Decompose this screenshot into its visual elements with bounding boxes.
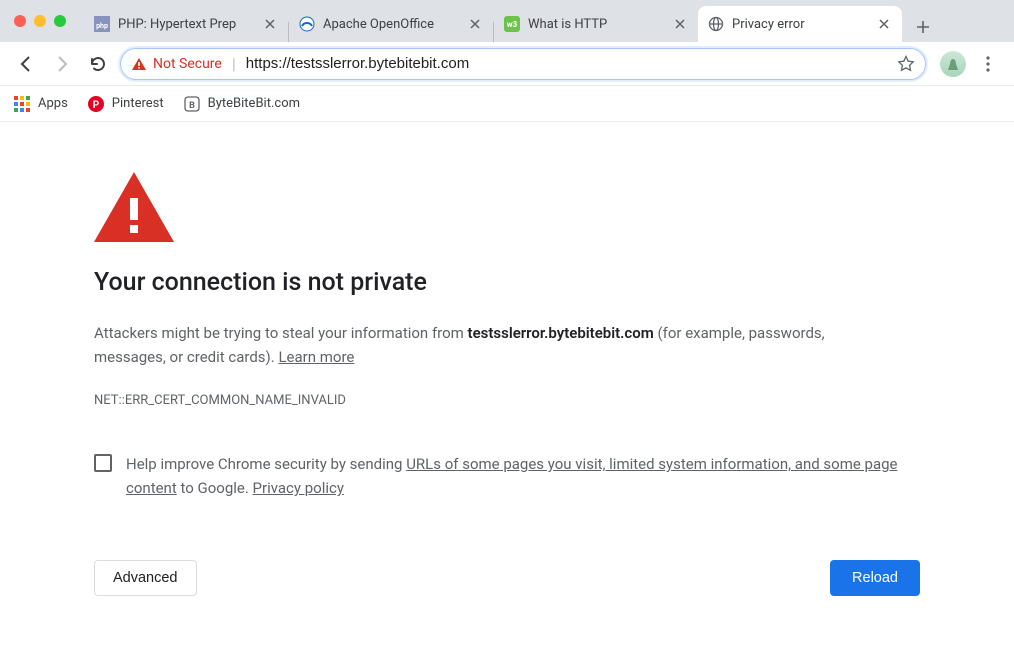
separator: | xyxy=(232,54,236,73)
page-heading: Your connection is not private xyxy=(94,268,920,297)
optin-text: Help improve Chrome security by sending … xyxy=(126,452,914,500)
window-close-button[interactable] xyxy=(14,15,26,27)
error-code: NET::ERR_CERT_COMMON_NAME_INVALID xyxy=(94,393,920,408)
reload-page-button[interactable]: Reload xyxy=(830,560,920,596)
page-content: Your connection is not private Attackers… xyxy=(0,122,1014,596)
new-tab-button[interactable] xyxy=(908,12,938,42)
privacy-policy-link[interactable]: Privacy policy xyxy=(253,479,344,497)
bookmark-label: Pinterest xyxy=(112,96,164,111)
site-name: testsslerror.bytebitebit.com xyxy=(468,324,654,342)
profile-avatar[interactable] xyxy=(940,51,966,77)
tab-title: Privacy error xyxy=(732,17,872,32)
apps-shortcut[interactable]: Apps xyxy=(14,96,68,112)
tabstrip: php PHP: Hypertext Prep Apache OpenOffic… xyxy=(84,0,1014,42)
bookmark-label: ByteBiteBit.com xyxy=(208,96,300,111)
learn-more-link[interactable]: Learn more xyxy=(278,348,354,366)
advanced-button[interactable]: Advanced xyxy=(94,560,197,596)
url-input[interactable] xyxy=(246,55,897,72)
tab-title: PHP: Hypertext Prep xyxy=(118,17,258,32)
svg-text:P: P xyxy=(93,100,100,111)
tab-title: Apache OpenOffice xyxy=(323,17,463,32)
macos-window-controls xyxy=(14,15,66,27)
bookmarks-bar: Apps P Pinterest B ByteBiteBit.com xyxy=(0,86,1014,122)
address-bar[interactable]: Not Secure | xyxy=(120,48,926,80)
window-titlebar: php PHP: Hypertext Prep Apache OpenOffic… xyxy=(0,0,1014,42)
bookmark-bytebitebit[interactable]: B ByteBiteBit.com xyxy=(184,96,300,112)
http-favicon: w3 xyxy=(504,16,520,32)
tab-close-icon[interactable] xyxy=(262,16,278,32)
back-button[interactable] xyxy=(12,50,40,78)
optin-row: Help improve Chrome security by sending … xyxy=(94,452,914,500)
php-favicon: php xyxy=(94,16,110,32)
tab-http[interactable]: w3 What is HTTP xyxy=(494,6,698,42)
not-secure-label: Not Secure xyxy=(153,56,222,72)
reload-button[interactable] xyxy=(84,50,112,78)
tab-openoffice[interactable]: Apache OpenOffice xyxy=(289,6,493,42)
globe-favicon xyxy=(708,16,724,32)
forward-button[interactable] xyxy=(48,50,76,78)
security-indicator[interactable]: Not Secure xyxy=(131,56,222,72)
tab-close-icon[interactable] xyxy=(876,16,892,32)
action-row: Advanced Reload xyxy=(94,560,920,596)
bookmark-pinterest[interactable]: P Pinterest xyxy=(88,96,164,112)
optin-checkbox[interactable] xyxy=(94,454,112,472)
warning-description: Attackers might be trying to steal your … xyxy=(94,321,854,369)
window-minimize-button[interactable] xyxy=(34,15,46,27)
warning-triangle-icon xyxy=(131,57,147,71)
tab-php[interactable]: php PHP: Hypertext Prep xyxy=(84,6,288,42)
tab-close-icon[interactable] xyxy=(467,16,483,32)
bytebitebit-icon: B xyxy=(184,96,200,112)
browser-toolbar: Not Secure | xyxy=(0,42,1014,86)
svg-text:php: php xyxy=(96,22,108,30)
tab-privacy-error[interactable]: Privacy error xyxy=(698,6,902,42)
svg-text:B: B xyxy=(189,101,195,111)
apps-label: Apps xyxy=(38,96,68,111)
pinterest-icon: P xyxy=(88,96,104,112)
warning-triangle-icon xyxy=(94,172,920,242)
svg-text:w3: w3 xyxy=(507,20,518,29)
window-maximize-button[interactable] xyxy=(54,15,66,27)
browser-menu-button[interactable] xyxy=(974,50,1002,78)
bookmark-star-icon[interactable] xyxy=(897,55,915,73)
tab-title: What is HTTP xyxy=(528,17,668,32)
apps-grid-icon xyxy=(14,96,30,112)
tab-close-icon[interactable] xyxy=(672,16,688,32)
openoffice-favicon xyxy=(299,16,315,32)
